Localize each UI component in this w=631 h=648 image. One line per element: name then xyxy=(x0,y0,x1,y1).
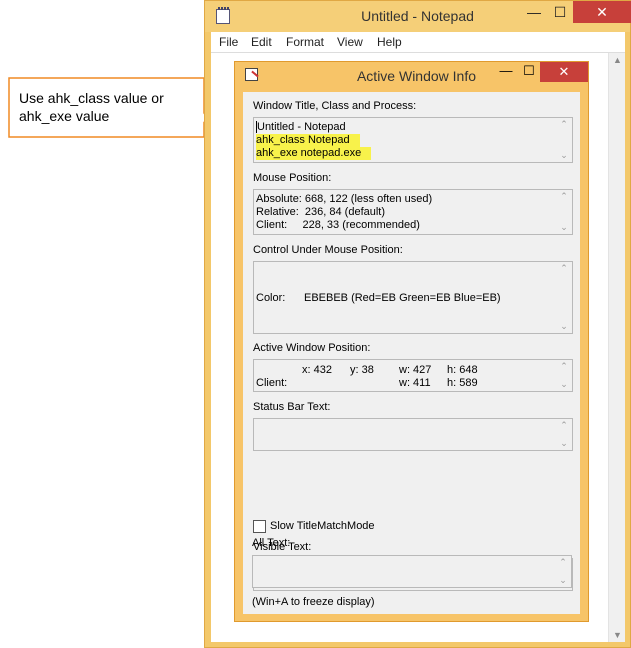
slow-title-match-label[interactable]: Slow TitleMatchMode xyxy=(270,520,375,532)
control-under-mouse-label: Control Under Mouse Position: xyxy=(253,244,403,256)
mouse-position-box[interactable]: Absolute: 668, 122 (less often used) Rel… xyxy=(253,189,573,235)
mouse-absolute-line: Absolute: 668, 122 (less often used) xyxy=(256,193,433,205)
active-window-position-label: Active Window Position: xyxy=(253,342,371,354)
all-text-label: All Text: xyxy=(252,537,291,549)
freeze-hint: (Win+A to freeze display) xyxy=(252,596,375,608)
scroll-up-icon[interactable]: ⌃ xyxy=(558,119,570,130)
callout-annotation: Use ahk_class value or ahk_exe value xyxy=(8,77,218,139)
vertical-scrollbar[interactable]: ▲ ▼ xyxy=(608,53,625,642)
notepad-title-bar[interactable]: Untitled - Notepad — ☐ ✕ xyxy=(205,1,631,32)
menu-format[interactable]: Format xyxy=(286,35,324,49)
scroll-down-icon[interactable]: ⌄ xyxy=(558,321,570,332)
mouse-relative-line: Relative: 236, 84 (default) xyxy=(256,206,386,218)
callout-line-1: Use ahk_class value or xyxy=(19,90,164,106)
menu-help[interactable]: Help xyxy=(377,35,402,49)
pos-w: w: 427 xyxy=(399,364,432,376)
window-info-label: Window Title, Class and Process: xyxy=(253,100,417,112)
client-w: w: 411 xyxy=(399,377,431,389)
callout-text: Use ahk_class value or ahk_exe value xyxy=(19,89,199,125)
control-under-mouse-box[interactable]: Color: EBEBEB (Red=EB Green=EB Blue=EB) … xyxy=(253,261,573,334)
color-label: Color: xyxy=(256,292,286,304)
scroll-down-icon[interactable]: ⌄ xyxy=(558,150,570,161)
pos-x: x: 432 xyxy=(302,364,332,376)
scroll-down-icon[interactable]: ⌄ xyxy=(558,438,570,449)
client-label: Client: xyxy=(256,377,288,389)
client-h: h: 589 xyxy=(447,377,478,389)
scroll-down-icon[interactable]: ⌄ xyxy=(557,575,569,586)
mouse-position-label: Mouse Position: xyxy=(253,172,332,184)
all-text-box[interactable]: ⌃ ⌄ xyxy=(252,555,572,588)
ahk-class-line: ahk_class Notepad xyxy=(256,134,360,147)
pos-h: h: 648 xyxy=(447,364,478,376)
callout-line-2: ahk_exe value xyxy=(19,108,110,124)
slow-title-match-checkbox[interactable] xyxy=(253,520,266,533)
awi-close-button[interactable]: ✕ xyxy=(540,62,588,82)
scroll-up-icon[interactable]: ⌃ xyxy=(558,361,570,372)
pos-y: y: 38 xyxy=(350,364,374,376)
status-bar-text-label: Status Bar Text: xyxy=(253,401,331,413)
scroll-down-icon[interactable]: ▼ xyxy=(609,630,626,640)
window-info-box[interactable]: Untitled - Notepad ahk_class Notepad ahk… xyxy=(253,117,573,163)
scroll-down-icon[interactable]: ⌄ xyxy=(558,379,570,390)
scroll-up-icon[interactable]: ⌃ xyxy=(558,263,570,274)
window-title-line: Untitled - Notepad xyxy=(256,121,346,133)
awi-minimize-button[interactable]: — xyxy=(494,62,518,82)
ahk-exe-line: ahk_exe notepad.exe xyxy=(256,147,372,160)
menu-bar: File Edit Format View Help xyxy=(211,32,625,52)
status-bar-text-box[interactable]: ⌃ ⌄ xyxy=(253,418,573,451)
scroll-up-icon[interactable]: ▲ xyxy=(609,55,626,65)
menu-file[interactable]: File xyxy=(219,35,238,49)
close-button[interactable]: ✕ xyxy=(573,1,631,23)
awi-maximize-button[interactable]: ☐ xyxy=(518,62,540,82)
window-spy-icon[interactable] xyxy=(245,68,258,81)
minimize-button[interactable]: — xyxy=(521,1,547,23)
maximize-button[interactable]: ☐ xyxy=(547,1,573,23)
scroll-up-icon[interactable]: ⌃ xyxy=(557,557,569,568)
menu-edit[interactable]: Edit xyxy=(251,35,272,49)
scroll-up-icon[interactable]: ⌃ xyxy=(558,420,570,431)
menu-view[interactable]: View xyxy=(337,35,363,49)
scroll-up-icon[interactable]: ⌃ xyxy=(558,191,570,202)
awi-client-area: Window Title, Class and Process: Untitle… xyxy=(243,92,580,614)
color-value: EBEBEB (Red=EB Green=EB Blue=EB) xyxy=(304,292,501,304)
scroll-down-icon[interactable]: ⌄ xyxy=(558,222,570,233)
mouse-client-line: Client: 228, 33 (recommended) xyxy=(256,219,420,231)
active-window-position-box[interactable]: x: 432 y: 38 w: 427 h: 648 Client: w: 41… xyxy=(253,359,573,392)
